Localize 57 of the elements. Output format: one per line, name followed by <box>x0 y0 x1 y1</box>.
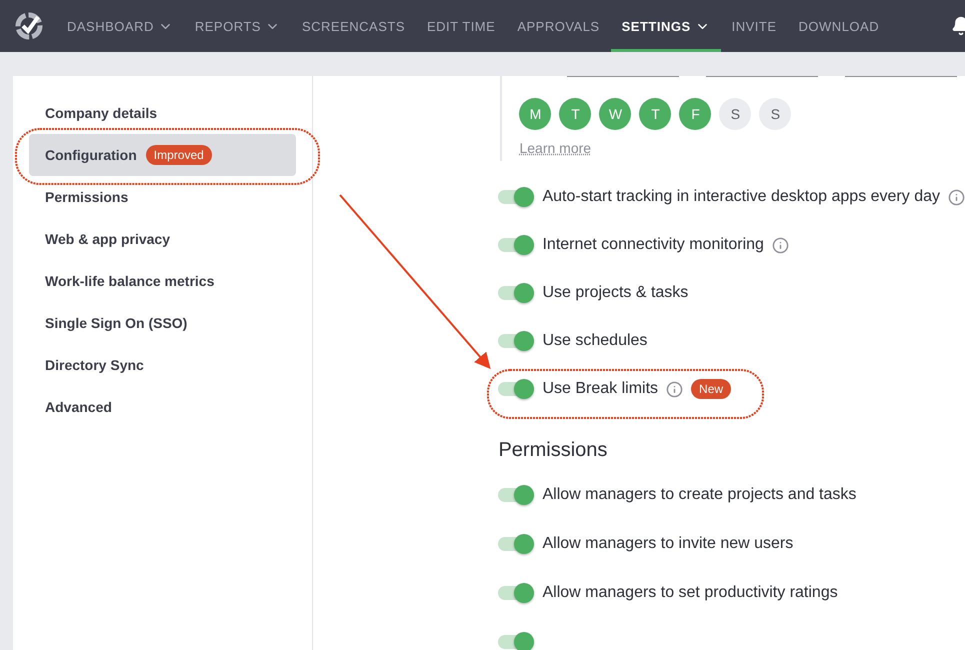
logo-icon[interactable] <box>14 11 44 41</box>
learn-more-link[interactable]: Learn more <box>519 140 592 156</box>
nav-tab[interactable]: EDIT TIME <box>416 0 506 52</box>
toggle-switch[interactable] <box>498 190 534 204</box>
toggle-switch[interactable] <box>498 238 534 252</box>
nav-tab[interactable]: DOWNLOAD <box>788 0 890 52</box>
sidebar-item[interactable]: Single Sign On (SSO) <box>29 302 296 344</box>
new-badge: New <box>691 379 732 399</box>
toggle-switch[interactable] <box>498 488 534 502</box>
improved-badge: Improved <box>146 145 212 165</box>
setting-label: Allow managers to invite new users <box>542 534 794 552</box>
sidebar-item-label: Web & app privacy <box>45 231 170 247</box>
setting-label: Allow managers to create projects and tasks <box>542 486 856 504</box>
setting-label: Internet connectivity monitoring <box>542 236 764 254</box>
setting-label: Use Break limits <box>542 380 658 398</box>
nav-tab[interactable]: SETTINGS <box>610 0 721 52</box>
weekday-toggle[interactable]: W <box>599 98 632 130</box>
bell-icon[interactable] <box>951 16 965 36</box>
setting-label: Use projects & tasks <box>542 284 688 302</box>
sidebar-item-label: Configuration <box>45 147 137 163</box>
setting-label: Allow managers to set productivity ratings <box>542 584 838 602</box>
sidebar-item[interactable]: Company details <box>29 92 296 134</box>
weekday-toggle[interactable]: S <box>759 98 792 130</box>
nav-tab[interactable]: DASHBOARD <box>56 0 184 52</box>
sidebar-item[interactable]: Work-life balance metrics <box>29 260 296 302</box>
weekday-toggle[interactable]: T <box>559 98 592 130</box>
toggle-switch[interactable] <box>498 586 534 600</box>
toggle-switch[interactable] <box>498 286 534 300</box>
info-icon[interactable] <box>666 380 684 398</box>
setting-label: Use schedules <box>542 332 648 350</box>
sidebar-item[interactable]: Configuration Improved <box>29 134 296 176</box>
weekday-toggle[interactable]: S <box>719 98 752 130</box>
weekday-toggle[interactable]: M <box>519 98 552 130</box>
toggle-switch[interactable] <box>498 334 534 348</box>
sidebar-item-label: Advanced <box>45 399 112 415</box>
sidebar-item[interactable]: Advanced <box>29 386 296 428</box>
sidebar-item[interactable]: Web & app privacy <box>29 218 296 260</box>
info-icon[interactable] <box>948 188 965 206</box>
toggle-switch[interactable] <box>498 382 534 396</box>
weekday-toggle[interactable]: F <box>679 98 712 130</box>
sidebar-item[interactable]: Directory Sync <box>29 344 296 386</box>
setting-label: Auto-start tracking in interactive desktop apps every day <box>542 188 940 206</box>
sidebar-item[interactable]: Permissions <box>29 176 296 218</box>
nav-tab[interactable]: APPROVALS <box>506 0 611 52</box>
nav-tab[interactable]: REPORTS <box>184 0 291 52</box>
info-icon[interactable] <box>772 236 789 254</box>
nav-tab[interactable]: INVITE <box>720 0 788 52</box>
nav-tab[interactable]: SCREENCASTS <box>290 0 416 52</box>
sidebar-item-label: Work-life balance metrics <box>45 273 214 289</box>
sidebar-item-label: Single Sign On (SSO) <box>45 315 188 331</box>
toggle-switch[interactable] <box>498 536 534 550</box>
weekday-toggle[interactable]: T <box>639 98 672 130</box>
toggle-switch[interactable] <box>498 634 534 648</box>
sidebar-item-label: Company details <box>45 105 158 121</box>
section-heading: Permissions <box>498 439 608 462</box>
sidebar-item-label: Permissions <box>45 189 128 205</box>
sidebar-item-label: Directory Sync <box>45 357 144 373</box>
